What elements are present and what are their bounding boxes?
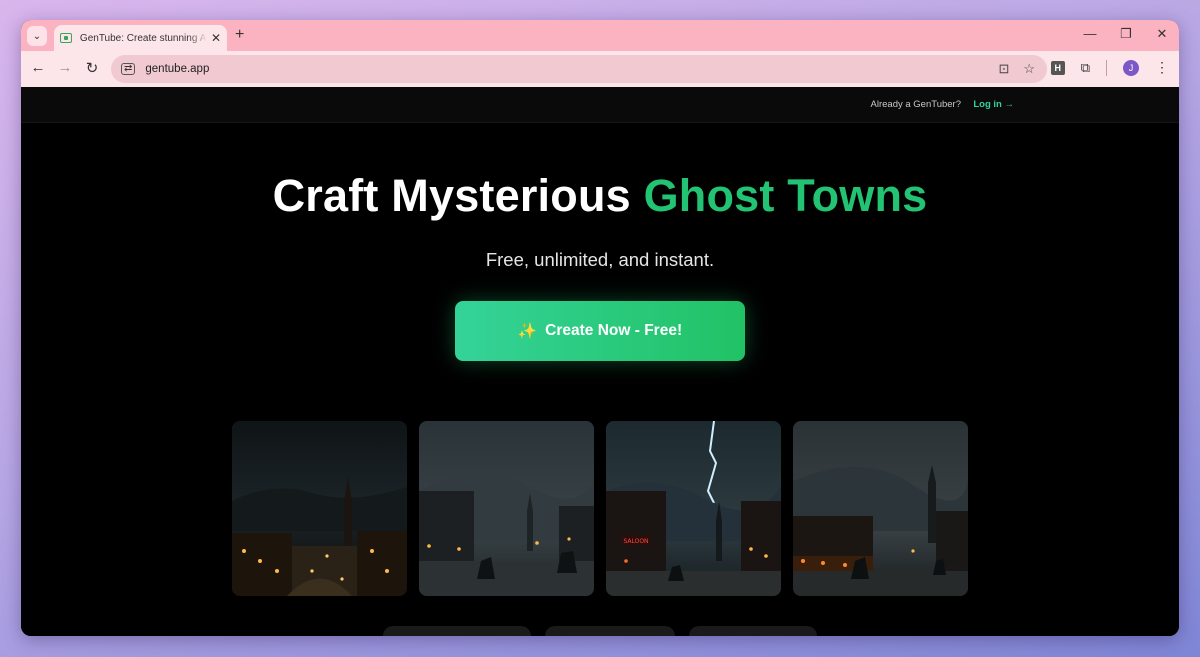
bookmark-star-icon[interactable]: ☆ — [1023, 61, 1035, 77]
hero-title-main: Craft Mysterious — [272, 170, 644, 221]
hero-title: Craft Mysterious Ghost Towns — [21, 170, 1179, 222]
ghost-town-image-1 — [232, 421, 407, 596]
hero-title-accent: Ghost Towns — [643, 170, 928, 221]
restore-icon[interactable]: ❐ — [1119, 26, 1133, 42]
browser-toolbar: ← → ↻ ⇄ gentube.app ⊡ ☆ H ⧉ J ⋮ — [21, 51, 1179, 87]
extension-h-icon[interactable]: H — [1050, 60, 1065, 75]
site-header: Already a GenTuber? Log in → — [21, 87, 1179, 123]
ghost-town-image-3: SALOON — [606, 421, 781, 596]
window-controls: — ❐ ✕ — [1083, 26, 1169, 42]
tab-strip: ⌄ GenTube: Create stunning AI art ✕ + — … — [21, 20, 1179, 51]
category-pills — [383, 626, 817, 636]
category-pill[interactable] — [545, 626, 675, 636]
address-bar[interactable]: ⇄ gentube.app ⊡ ☆ — [111, 55, 1047, 83]
page-content: Already a GenTuber? Log in → Craft Myste… — [21, 87, 1179, 636]
browser-window: ⌄ GenTube: Create stunning AI art ✕ + — … — [21, 20, 1179, 636]
sparkles-icon: ✨ — [517, 322, 538, 340]
create-now-label: Create Now - Free! — [545, 322, 683, 339]
toolbar-separator — [1106, 59, 1107, 76]
back-icon[interactable]: ← — [29, 59, 47, 76]
gallery-image-4[interactable] — [793, 421, 968, 596]
favicon-icon — [60, 33, 72, 43]
tab-gentube[interactable]: GenTube: Create stunning AI art ✕ — [54, 25, 227, 51]
url-text[interactable]: gentube.app — [145, 63, 209, 75]
example-gallery: SALOON — [232, 421, 968, 596]
saloon-sign: SALOON — [623, 538, 648, 545]
gallery-image-1[interactable] — [232, 421, 407, 596]
reload-icon[interactable]: ↻ — [83, 59, 101, 77]
tab-close-icon[interactable]: ✕ — [211, 31, 221, 45]
profile-avatar[interactable]: J — [1123, 59, 1139, 76]
extensions-puzzle-icon[interactable]: ⧉ — [1081, 60, 1090, 76]
install-app-icon[interactable]: ⊡ — [998, 61, 1009, 77]
create-now-button[interactable]: ✨ Create Now - Free! — [455, 301, 745, 361]
category-pill[interactable] — [383, 626, 531, 636]
close-window-icon[interactable]: ✕ — [1155, 26, 1169, 42]
gallery-image-3[interactable]: SALOON — [606, 421, 781, 596]
already-member-text: Already a GenTuber? — [870, 99, 961, 110]
gallery-image-2[interactable] — [419, 421, 594, 596]
category-pill[interactable] — [689, 626, 817, 636]
menu-dots-icon[interactable]: ⋮ — [1155, 59, 1169, 76]
ghost-town-image-2 — [419, 421, 594, 596]
tab-title: GenTube: Create stunning AI art — [79, 32, 207, 44]
new-tab-button[interactable]: + — [235, 26, 244, 44]
forward-icon[interactable]: → — [56, 59, 74, 76]
site-settings-icon[interactable]: ⇄ — [121, 63, 136, 75]
minimize-icon[interactable]: — — [1083, 26, 1097, 42]
tab-search-icon[interactable]: ⌄ — [27, 26, 47, 46]
login-link[interactable]: Log in → — [973, 99, 1014, 110]
hero-subtitle: Free, unlimited, and instant. — [485, 249, 715, 270]
ghost-town-image-4 — [793, 421, 968, 596]
